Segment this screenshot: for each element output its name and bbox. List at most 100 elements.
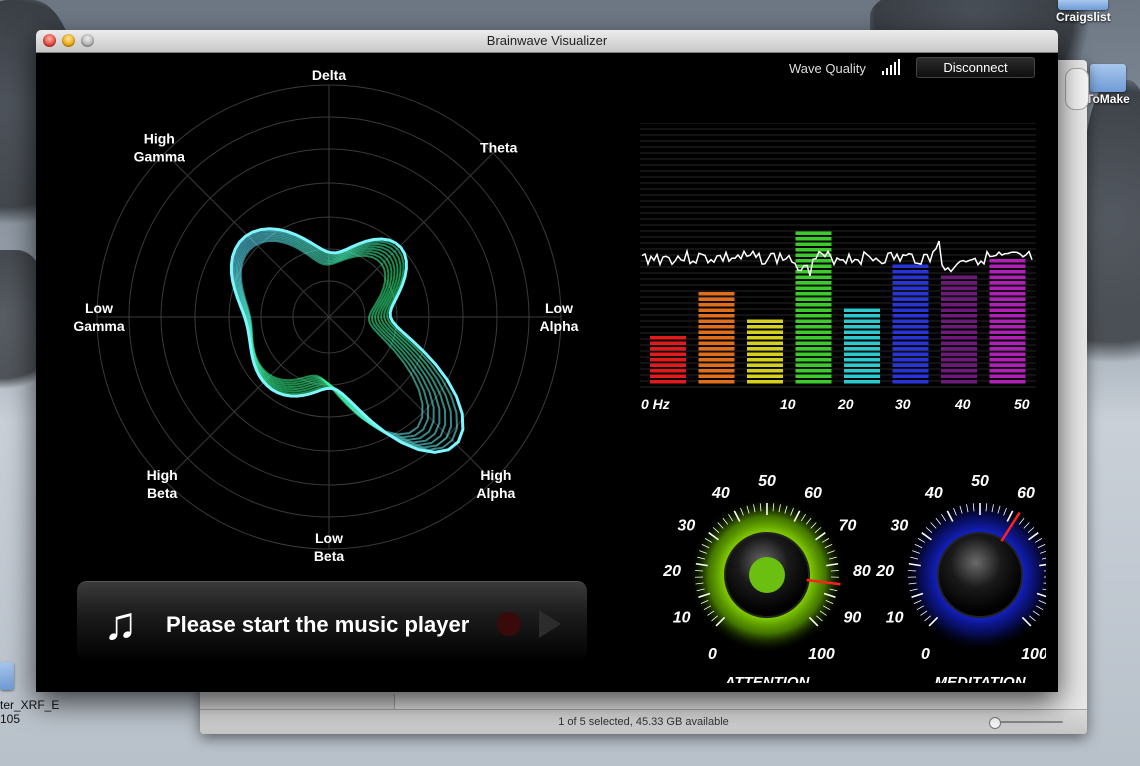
bar-segment: [747, 341, 783, 345]
bar-segment: [698, 341, 735, 345]
folder-icon: [1089, 64, 1126, 92]
gauge-tick-label: 80: [853, 563, 871, 580]
music-player-message: Please start the music player: [166, 612, 470, 637]
bar-segment: [989, 303, 1026, 307]
bar-segment: [844, 314, 880, 318]
spectrum-bar: [892, 264, 929, 384]
icon-size-slider[interactable]: [985, 717, 1063, 729]
bar-segment: [650, 369, 686, 373]
spectrum-axis-label: 0 Hz: [641, 396, 670, 412]
bar-segment: [795, 303, 832, 307]
zoom-button[interactable]: [81, 34, 94, 47]
bar-segment: [698, 347, 735, 351]
radar-axis-label: Gamma: [134, 148, 186, 164]
bar-segment: [795, 308, 832, 312]
bar-segment: [747, 319, 783, 323]
radar-spoke: [328, 152, 494, 318]
radar-axis-label: Theta: [480, 139, 518, 155]
gauge-tick-label: 100: [1021, 646, 1046, 663]
bar-segment: [795, 248, 832, 252]
bar-segment: [844, 352, 880, 356]
bar-segment: [941, 358, 977, 362]
bar-segment: [989, 347, 1026, 351]
bar-segment: [650, 352, 686, 356]
bar-segment: [844, 336, 880, 340]
spectrum-axis-label: 50: [1014, 396, 1030, 412]
gauges-panel: 0 10 20 30 40 50 60 70 80 90 100 ATTENTION 0 10 20 30 4…: [662, 473, 1046, 683]
bar-segment: [795, 319, 832, 323]
bar-segment: [989, 352, 1026, 356]
bar-segment: [941, 380, 977, 384]
bar-segment: [892, 270, 929, 274]
bar-segment: [698, 330, 735, 334]
bar-segment: [650, 363, 686, 367]
record-button[interactable]: [497, 612, 521, 636]
bar-segment: [892, 336, 929, 340]
bar-segment: [892, 292, 929, 296]
bar-segment: [941, 319, 977, 323]
radar-axis-label: Beta: [314, 548, 345, 564]
bar-segment: [747, 325, 783, 329]
bar-segment: [698, 319, 735, 323]
finder-scroll-handle[interactable]: [1065, 68, 1089, 110]
close-button[interactable]: [43, 34, 56, 47]
bar-segment: [892, 341, 929, 345]
gauge-tick-label: 90: [843, 610, 861, 627]
bar-segment: [795, 292, 832, 296]
minimize-button[interactable]: [62, 34, 75, 47]
bar-segment: [650, 374, 686, 378]
desktop-background-tree: [1080, 80, 1140, 420]
bar-segment: [989, 369, 1026, 373]
spectrum-axis-label: 30: [895, 396, 911, 412]
bar-segment: [844, 341, 880, 345]
bar-segment: [844, 325, 880, 329]
spectrum-bar: [844, 308, 880, 384]
desktop-icon-tomake[interactable]: ToMake: [1086, 64, 1130, 106]
bar-segment: [844, 319, 880, 323]
radar-axis-label: Gamma: [73, 318, 125, 334]
gauge-tick: [908, 570, 917, 572]
gauge-tick-label: 40: [711, 485, 730, 502]
bar-segment: [795, 336, 832, 340]
radar-axis-label: High: [147, 467, 178, 483]
radar-axis-label: High: [480, 467, 511, 483]
bar-segment: [892, 308, 929, 312]
brainwave-shape: [229, 227, 465, 454]
bar-segment: [698, 352, 735, 356]
radar-axis-label: High: [144, 130, 175, 146]
radar-axis-label: Low: [315, 530, 343, 546]
gauge-tick: [830, 570, 839, 572]
bar-segment: [795, 242, 832, 246]
desktop-icon-craigslist[interactable]: Craigslist: [1056, 0, 1111, 24]
play-button[interactable]: [539, 610, 561, 638]
bar-segment: [892, 319, 929, 323]
bar-segment: [892, 374, 929, 378]
disconnect-button[interactable]: Disconnect: [916, 57, 1035, 78]
bar-segment: [650, 380, 686, 384]
desktop-icon-label: ter_XRF_E: [0, 698, 60, 712]
slider-knob[interactable]: [989, 717, 1001, 729]
bar-segment: [795, 380, 832, 384]
bar-segment: [989, 270, 1026, 274]
bar-segment: [989, 358, 1026, 362]
gauge-label: MEDITATION: [934, 674, 1026, 683]
bar-segment: [892, 363, 929, 367]
music-player-bar[interactable]: ♫ Please start the music player: [77, 581, 587, 662]
attention-indicator: [749, 557, 785, 593]
gauge-tick: [695, 570, 704, 572]
title-bar[interactable]: Brainwave Visualizer: [36, 30, 1058, 53]
bar-segment: [795, 231, 832, 235]
radar-axis-label: Alpha: [540, 318, 579, 334]
bar-segment: [989, 374, 1026, 378]
desktop-icon-label: 105: [0, 712, 21, 726]
finder-status-bar: 1 of 5 selected, 45.33 GB available: [200, 709, 1087, 734]
bar-segment: [795, 363, 832, 367]
bar-segment: [795, 286, 832, 290]
desktop-icon-label: Craigslist: [1056, 10, 1111, 24]
bar-segment: [941, 286, 977, 290]
bar-segment: [698, 325, 735, 329]
bar-segment: [747, 380, 783, 384]
brainwave-trace: [233, 230, 453, 449]
bar-segment: [844, 380, 880, 384]
bar-segment: [747, 374, 783, 378]
